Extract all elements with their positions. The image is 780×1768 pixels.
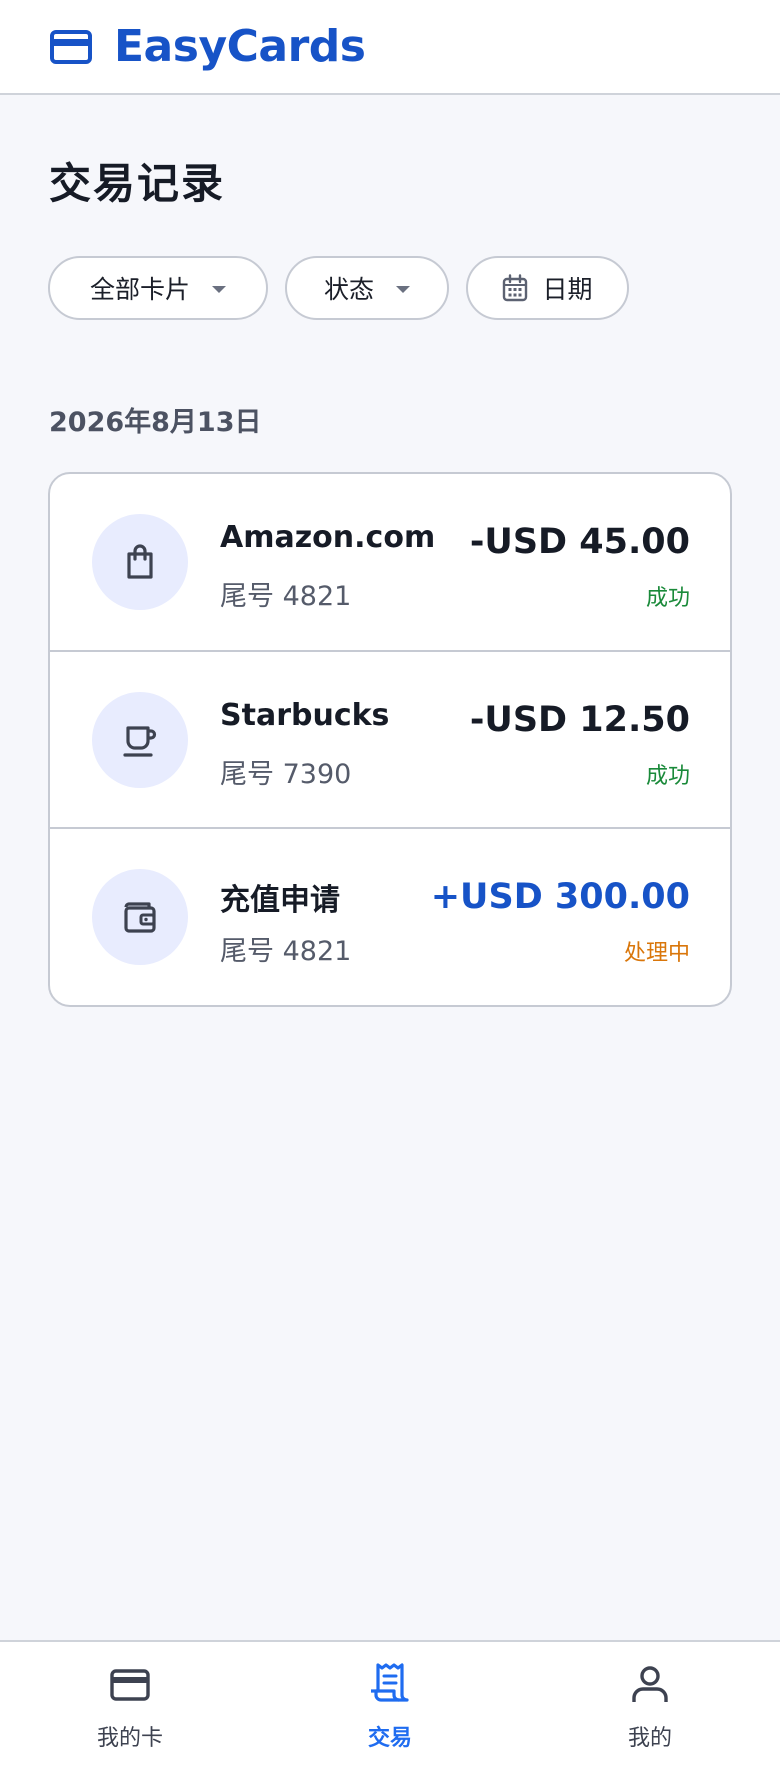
nav-item-transactions[interactable]: 交易 <box>260 1642 520 1768</box>
nav-label: 交易 <box>367 1726 412 1751</box>
nav-label: 我的 <box>627 1726 672 1751</box>
page-title: 交易记录 <box>49 159 226 208</box>
filter-bar: 全部卡片 状态 日期 <box>48 256 629 320</box>
calendar-icon <box>502 274 528 302</box>
transaction-amount: -USD 45.00 <box>469 522 690 562</box>
brand-name[interactable]: EasyCards <box>114 21 366 72</box>
transaction-card-tail: 尾号 4821 <box>220 581 352 612</box>
transaction-status: 成功 <box>645 763 690 789</box>
transaction-list: Amazon.com 尾号 4821 -USD 45.00 成功 Starbuc… <box>48 472 732 1007</box>
shopping-bag-icon <box>92 514 188 610</box>
credit-card-icon <box>108 1662 152 1706</box>
coffee-cup-icon <box>92 691 188 788</box>
transaction-row[interactable]: Amazon.com 尾号 4821 -USD 45.00 成功 <box>50 474 730 652</box>
nav-item-my-cards[interactable]: 我的卡 <box>0 1642 260 1768</box>
app-header: EasyCards <box>0 0 780 95</box>
transaction-merchant: Amazon.com <box>220 520 436 555</box>
nav-item-profile[interactable]: 我的 <box>520 1642 780 1768</box>
card-filter-dropdown[interactable]: 全部卡片 <box>48 256 268 320</box>
chevron-down-icon <box>212 285 226 293</box>
bottom-nav: 我的卡 交易 我的 <box>0 1640 780 1768</box>
status-filter-label: 状态 <box>323 275 374 304</box>
user-icon <box>628 1662 672 1706</box>
credit-card-icon <box>50 29 92 64</box>
transaction-card-tail: 尾号 7390 <box>220 758 352 790</box>
transaction-merchant: 充值申请 <box>220 883 340 919</box>
transaction-status: 处理中 <box>623 941 690 967</box>
date-filter-button[interactable]: 日期 <box>466 256 629 320</box>
transaction-row[interactable]: Starbucks 尾号 7390 -USD 12.50 成功 <box>50 652 730 830</box>
nav-label: 我的卡 <box>96 1726 163 1751</box>
receipt-icon <box>368 1662 412 1706</box>
transaction-row[interactable]: 充值申请 尾号 4821 +USD 300.00 处理中 <box>50 829 730 1005</box>
card-filter-label: 全部卡片 <box>89 275 190 304</box>
transaction-status: 成功 <box>645 586 690 611</box>
date-group-heading: 2026年8月13日 <box>49 407 262 438</box>
transaction-card-tail: 尾号 4821 <box>220 936 352 968</box>
date-filter-label: 日期 <box>542 275 593 304</box>
chevron-down-icon <box>396 285 410 293</box>
wallet-icon <box>92 869 188 966</box>
transaction-merchant: Starbucks <box>220 697 390 733</box>
transaction-amount: -USD 12.50 <box>469 699 690 740</box>
status-filter-dropdown[interactable]: 状态 <box>285 256 449 320</box>
transaction-amount: +USD 300.00 <box>430 877 690 918</box>
